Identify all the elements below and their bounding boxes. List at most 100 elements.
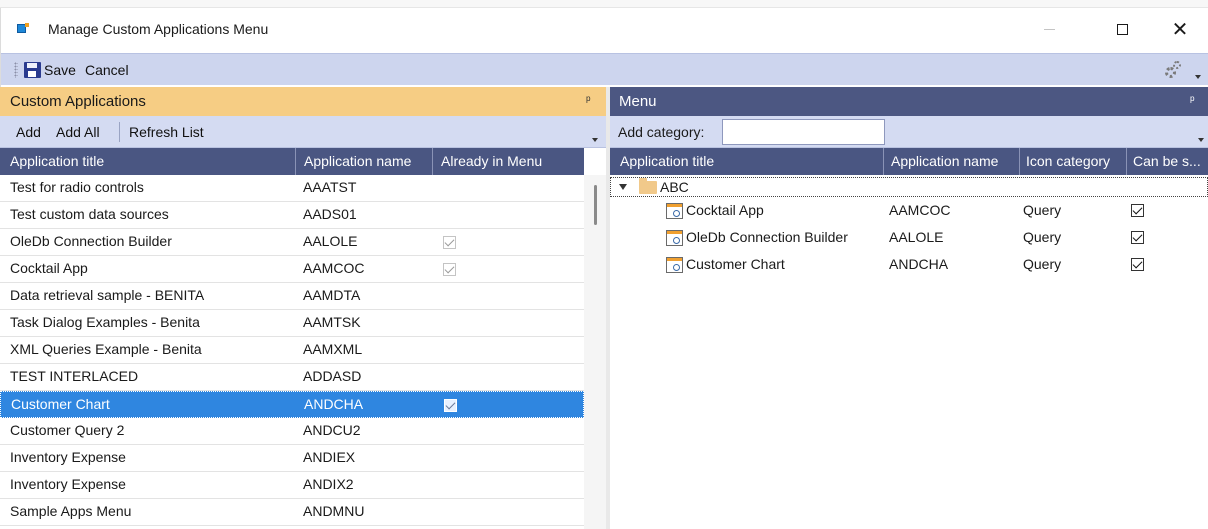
table-row[interactable]: XML Queries Example - Benita AAMXML: [0, 337, 584, 364]
application-name-cell: ANDIEX: [303, 449, 356, 465]
column-header-can-be[interactable]: Can be s...: [1127, 148, 1208, 175]
pane-title-custom-applications: Custom Applications: [10, 93, 146, 110]
application-name-cell: AAATST: [303, 179, 357, 195]
column-header-icon-category[interactable]: Icon category: [1020, 148, 1127, 175]
column-header-application-title[interactable]: Application title: [610, 148, 884, 175]
minimize-button[interactable]: [1026, 8, 1072, 50]
table-row[interactable]: Cocktail App AAMCOC: [0, 256, 584, 283]
already-in-menu-checkbox: [443, 236, 456, 249]
pin-icon[interactable]: ᵖ: [1190, 93, 1195, 107]
add-category-label: Add category:: [618, 124, 705, 140]
application-title-cell: Cocktail App: [686, 202, 764, 218]
toolbar-separator: [119, 122, 120, 142]
application-title-cell: Inventory Expense: [10, 449, 126, 465]
application-name-cell: AALOLE: [303, 233, 358, 249]
table-row[interactable]: Sample Apps Menu ANDMNU: [0, 499, 584, 526]
query-icon: [666, 257, 683, 273]
scrollbar-thumb[interactable]: [594, 185, 597, 225]
add-category-input[interactable]: [722, 119, 885, 145]
table-row[interactable]: Inventory Expense ANDIX2: [0, 472, 584, 499]
application-title-cell: Sample Apps Menu: [10, 503, 132, 519]
column-header-already-in-menu[interactable]: Already in Menu: [433, 148, 584, 175]
table-row[interactable]: Customer Query 2 ANDCU2: [0, 418, 584, 445]
application-name-cell: ANDMNU: [303, 503, 365, 519]
top-edge: [0, 0, 1208, 8]
table-row[interactable]: OleDb Connection Builder AALOLE: [0, 229, 584, 256]
folder-icon: [639, 178, 657, 194]
application-title-cell: Customer Query 2: [10, 422, 125, 438]
application-name-cell: AAMXML: [303, 341, 363, 357]
application-name-cell: AAMDTA: [303, 287, 361, 303]
title-bar[interactable]: Manage Custom Applications Menu ✕: [1, 8, 1208, 50]
main-toolbar: Save Cancel: [1, 53, 1208, 85]
query-icon: [666, 203, 683, 219]
menu-header: Menu ᵖ: [610, 87, 1208, 116]
application-name-cell: ANDCU2: [303, 422, 361, 438]
already-in-menu-checkbox: [444, 399, 457, 412]
menu-tree-header: Application title Application name Icon …: [610, 148, 1208, 175]
can-be-checkbox[interactable]: [1131, 231, 1144, 244]
toolbar-grip-icon[interactable]: [14, 62, 18, 78]
application-title-cell: Task Dialog Examples - Benita: [10, 314, 200, 330]
save-button[interactable]: Save: [44, 62, 76, 78]
custom-applications-header: Custom Applications ᵖ: [0, 87, 606, 116]
window-title: Manage Custom Applications Menu: [48, 21, 269, 37]
can-be-checkbox[interactable]: [1131, 204, 1144, 217]
vertical-scrollbar[interactable]: [584, 175, 606, 529]
application-title-cell: Test for radio controls: [10, 179, 144, 195]
icon-category-cell: Query: [1023, 229, 1062, 245]
close-button[interactable]: ✕: [1157, 8, 1203, 50]
table-row[interactable]: Test custom data sources AADS01: [0, 202, 584, 229]
application-name-cell: ANDCHA: [889, 256, 949, 272]
menu-pane: Menu ᵖ Add category: Application title A…: [610, 87, 1208, 529]
application-title-cell: Inventory Expense: [10, 476, 126, 492]
table-row[interactable]: Customer Chart ANDCHA: [0, 391, 584, 418]
column-header-application-name[interactable]: Application name: [884, 148, 1020, 175]
table-row[interactable]: Data retrieval sample - BENITA AAMDTA: [0, 283, 584, 310]
add-button[interactable]: Add: [16, 124, 41, 140]
close-icon: ✕: [1171, 18, 1189, 41]
application-title-cell: Customer Chart: [686, 256, 785, 272]
application-title-cell: OleDb Connection Builder: [10, 233, 172, 249]
application-title-cell: Data retrieval sample - BENITA: [10, 287, 205, 303]
query-icon: [666, 230, 683, 246]
refresh-list-button[interactable]: Refresh List: [129, 124, 204, 140]
applications-grid-header: Application title Application name Alrea…: [0, 148, 584, 175]
category-label: ABC: [660, 179, 689, 195]
column-header-application-title[interactable]: Application title: [0, 148, 296, 175]
application-name-cell: ANDIX2: [303, 476, 354, 492]
application-name-cell: ADDASD: [303, 368, 362, 384]
add-all-button[interactable]: Add All: [56, 124, 100, 140]
tree-category-row[interactable]: ABC: [610, 177, 1208, 197]
icon-category-cell: Query: [1023, 202, 1062, 218]
settings-gear-icon[interactable]: [1164, 60, 1184, 80]
cancel-button[interactable]: Cancel: [85, 62, 129, 78]
application-name-cell: AAMCOC: [303, 260, 365, 276]
can-be-checkbox[interactable]: [1131, 258, 1144, 271]
application-name-cell: AALOLE: [889, 229, 944, 245]
custom-applications-toolbar: Add Add All Refresh List: [0, 116, 606, 148]
toolbar-dropdown-icon[interactable]: [1195, 75, 1201, 79]
tree-item-row[interactable]: Cocktail App AAMCOC Query: [610, 197, 1208, 224]
expand-collapse-icon[interactable]: [619, 184, 627, 190]
application-title-cell: XML Queries Example - Benita: [10, 341, 202, 357]
tree-item-row[interactable]: Customer Chart ANDCHA Query: [610, 251, 1208, 278]
application-title-cell: TEST INTERLACED: [10, 368, 139, 384]
column-header-application-name[interactable]: Application name: [296, 148, 433, 175]
chevron-down-icon[interactable]: [1198, 138, 1204, 142]
application-title-cell: Customer Chart: [11, 396, 110, 412]
chevron-down-icon[interactable]: [592, 138, 598, 142]
table-row[interactable]: TEST INTERLACED ADDASD: [0, 364, 584, 391]
maximize-button[interactable]: [1099, 8, 1145, 50]
table-row[interactable]: Task Dialog Examples - Benita AAMTSK: [0, 310, 584, 337]
table-row[interactable]: Inventory Expense ANDIEX: [0, 445, 584, 472]
menu-toolbar: Add category:: [610, 116, 1208, 148]
table-row[interactable]: Test for radio controls AAATST: [0, 175, 584, 202]
save-icon[interactable]: [24, 62, 41, 78]
application-name-cell: ANDCHA: [304, 396, 364, 412]
application-title-cell: Cocktail App: [10, 260, 88, 276]
app-icon: [17, 23, 29, 34]
minimize-icon: [1043, 28, 1055, 30]
pin-icon[interactable]: ᵖ: [586, 93, 591, 107]
tree-item-row[interactable]: OleDb Connection Builder AALOLE Query: [610, 224, 1208, 251]
